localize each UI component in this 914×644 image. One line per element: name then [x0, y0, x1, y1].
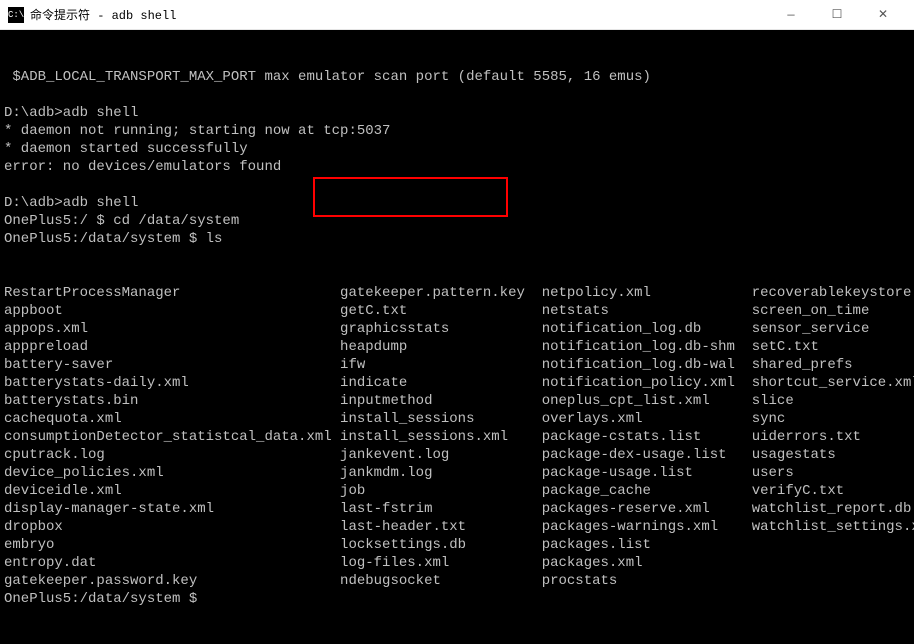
listing-row: embryo locksettings.db packages.list: [4, 536, 910, 554]
terminal-line: error: no devices/emulators found: [4, 158, 910, 176]
listing-row: gatekeeper.password.key ndebugsocket pro…: [4, 572, 910, 590]
listing-row: cputrack.log jankevent.log package-dex-u…: [4, 446, 910, 464]
listing-row: entropy.dat log-files.xml packages.xml: [4, 554, 910, 572]
terminal-preamble: $ADB_LOCAL_TRANSPORT_MAX_PORT max emulat…: [4, 68, 910, 248]
terminal-line: $ADB_LOCAL_TRANSPORT_MAX_PORT max emulat…: [4, 68, 910, 86]
cmd-icon: C:\: [8, 7, 24, 23]
window-title: 命令提示符 - adb shell: [30, 6, 768, 23]
terminal-line: * daemon started successfully: [4, 140, 910, 158]
terminal-line: OnePlus5:/ $ cd /data/system: [4, 212, 910, 230]
listing-row: OnePlus5:/data/system $: [4, 590, 910, 608]
close-button[interactable]: ✕: [860, 0, 906, 30]
window-controls: — ☐ ✕: [768, 0, 906, 30]
terminal-line: [4, 176, 910, 194]
maximize-button[interactable]: ☐: [814, 0, 860, 30]
listing-row: batterystats-daily.xml indicate notifica…: [4, 374, 910, 392]
listing-row: device_policies.xml jankmdm.log package-…: [4, 464, 910, 482]
terminal-line: D:\adb>adb shell: [4, 194, 910, 212]
listing-row: display-manager-state.xml last-fstrim pa…: [4, 500, 910, 518]
terminal-line: [4, 86, 910, 104]
listing-row: battery-saver ifw notification_log.db-wa…: [4, 356, 910, 374]
listing-row: batterystats.bin inputmethod oneplus_cpt…: [4, 392, 910, 410]
terminal-output[interactable]: $ADB_LOCAL_TRANSPORT_MAX_PORT max emulat…: [0, 30, 914, 500]
minimize-button[interactable]: —: [768, 0, 814, 30]
listing-row: cachequota.xml install_sessions overlays…: [4, 410, 910, 428]
listing-row: deviceidle.xml job package_cache verifyC…: [4, 482, 910, 500]
window-titlebar: C:\ 命令提示符 - adb shell — ☐ ✕: [0, 0, 914, 30]
directory-listing: RestartProcessManager gatekeeper.pattern…: [4, 284, 910, 608]
listing-row: consumptionDetector_statistcal_data.xml …: [4, 428, 910, 446]
terminal-line: D:\adb>adb shell: [4, 104, 910, 122]
terminal-line: OnePlus5:/data/system $ ls: [4, 230, 910, 248]
listing-row: appboot getC.txt netstats screen_on_time: [4, 302, 910, 320]
listing-row: RestartProcessManager gatekeeper.pattern…: [4, 284, 910, 302]
listing-row: dropbox last-header.txt packages-warning…: [4, 518, 910, 536]
terminal-line: * daemon not running; starting now at tc…: [4, 122, 910, 140]
listing-row: appops.xml graphicsstats notification_lo…: [4, 320, 910, 338]
listing-row: apppreload heapdump notification_log.db-…: [4, 338, 910, 356]
